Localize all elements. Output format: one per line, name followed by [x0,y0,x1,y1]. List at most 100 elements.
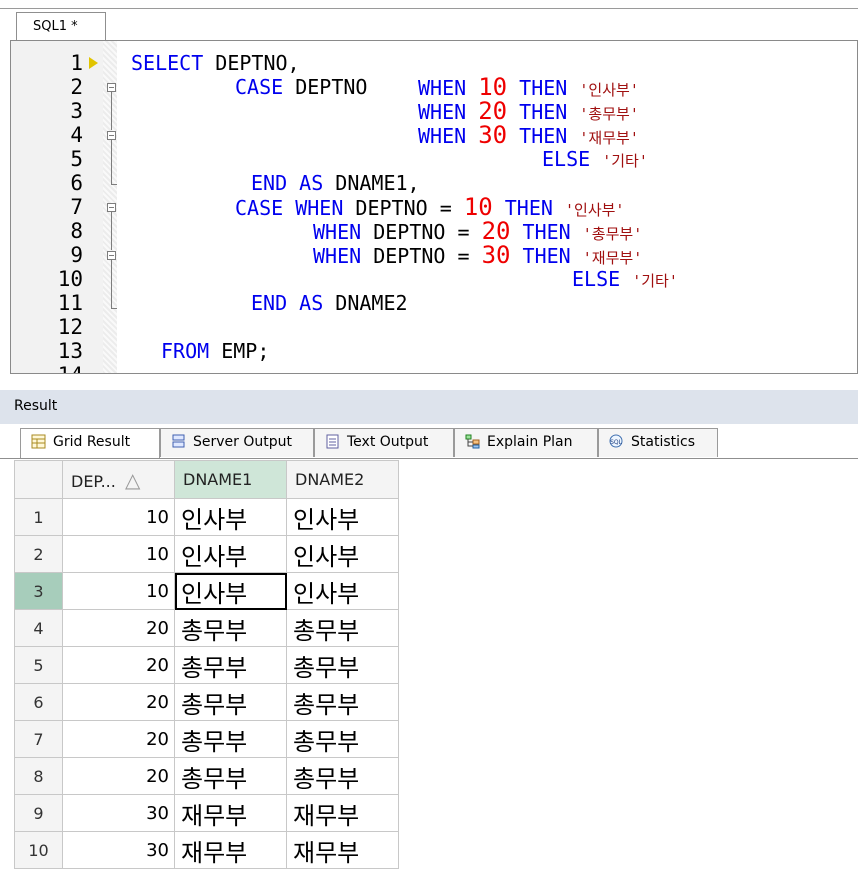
code-line-2: CASE DEPTNO [235,75,380,99]
cell-dname2[interactable]: 인사부 [286,498,399,536]
row-number[interactable]: 2 [14,535,63,573]
cell-deptno[interactable]: 20 [62,720,175,758]
cell-deptno[interactable]: 10 [62,498,175,536]
row-number[interactable]: 8 [14,757,63,795]
table-row[interactable]: 5 20 총무부 총무부 [14,646,399,684]
code-text: DNAME1, [323,171,420,195]
cell-dname2[interactable]: 총무부 [286,683,399,721]
table-row-selected[interactable]: 3 10 인사부 인사부 [14,572,399,610]
fold-toggle-icon[interactable] [107,131,116,140]
keyword: WHEN [418,100,467,124]
cell-deptno[interactable]: 30 [62,831,175,869]
line-number: 3 [70,99,83,123]
tab-text-output[interactable]: Text Output [314,428,454,457]
code-line-8: WHEN DEPTNO = 20 THEN '총무부' [313,219,642,246]
line-number: 8 [70,219,83,243]
line-number: 13 [57,339,83,363]
row-number[interactable]: 3 [14,572,63,610]
grid-corner[interactable] [14,460,63,499]
table-row[interactable]: 2 10 인사부 인사부 [14,535,399,573]
row-number[interactable]: 1 [14,498,63,536]
cell-deptno[interactable]: 30 [62,794,175,832]
code-text: DEPTNO [283,75,380,99]
table-row[interactable]: 4 20 총무부 총무부 [14,609,399,647]
row-number[interactable]: 10 [14,831,63,869]
table-row[interactable]: 9 30 재무부 재무부 [14,794,399,832]
keyword: AS [299,291,324,315]
keyword: AS [299,171,324,195]
column-header-label: DEP... [71,471,116,491]
code-text: DEPTNO = [361,220,482,244]
tab-explain-plan[interactable]: Explain Plan [454,428,598,457]
fold-line [111,212,112,250]
code-line-10: ELSE '기타' [572,267,678,293]
editor-tab-strip: SQL1 * [0,0,858,42]
row-number[interactable]: 5 [14,646,63,684]
column-header-deptno[interactable]: DEP... △ [62,460,175,499]
tab-statistics[interactable]: SQL Statistics [598,428,718,457]
cell-dname1[interactable]: 인사부 [174,498,287,536]
cell-dname1[interactable]: 총무부 [174,757,287,795]
cell-deptno[interactable]: 10 [62,572,175,610]
cell-dname1[interactable]: 총무부 [174,646,287,684]
row-number[interactable]: 6 [14,683,63,721]
string-literal: '총무부' [582,225,643,243]
table-row[interactable]: 8 20 총무부 총무부 [14,757,399,795]
column-header-dname1[interactable]: DNAME1 [174,460,287,499]
cell-dname1[interactable]: 재무부 [174,831,287,869]
tab-server-output[interactable]: Server Output [160,428,314,457]
keyword: THEN [519,76,568,100]
column-header-dname2[interactable]: DNAME2 [286,460,399,499]
cell-deptno[interactable]: 20 [62,646,175,684]
fold-toggle-icon[interactable] [107,83,116,92]
sql-editor[interactable]: 1 2 3 4 5 6 7 8 9 10 11 12 13 14 SELECT … [10,40,858,374]
code-text: EMP; [209,339,270,363]
code-text: DEPTNO, [203,51,300,75]
cell-dname2[interactable]: 총무부 [286,720,399,758]
cell-dname1[interactable]: 총무부 [174,720,287,758]
tab-grid-result[interactable]: Grid Result [20,428,160,458]
row-number[interactable]: 9 [14,794,63,832]
string-literal: '기타' [602,152,648,170]
cell-deptno[interactable]: 10 [62,535,175,573]
row-number[interactable]: 4 [14,609,63,647]
cell-dname1[interactable]: 재무부 [174,794,287,832]
table-row[interactable]: 10 30 재무부 재무부 [14,831,399,869]
table-row[interactable]: 1 10 인사부 인사부 [14,498,399,536]
cell-dname2[interactable]: 인사부 [286,535,399,573]
fold-toggle-icon[interactable] [107,203,116,212]
current-line-arrow-icon [89,57,98,69]
keyword: FROM [161,339,210,363]
code-line-3: WHEN 20 THEN '총무부' [418,99,639,126]
cell-deptno[interactable]: 20 [62,757,175,795]
tab-label: Explain Plan [487,434,573,450]
line-number-gutter: 1 2 3 4 5 6 7 8 9 10 11 12 13 14 [11,41,103,373]
code-line-5: ELSE '기타' [542,147,648,173]
cell-dname1[interactable]: 총무부 [174,609,287,647]
cell-dname2[interactable]: 재무부 [286,794,399,832]
cell-dname2[interactable]: 총무부 [286,646,399,684]
line-number: 6 [70,171,83,195]
tab-sql1[interactable]: SQL1 * [16,12,106,42]
cell-dname2[interactable]: 총무부 [286,757,399,795]
fold-end [111,184,117,185]
cell-dname1[interactable]: 인사부 [174,535,287,573]
cell-dname2[interactable]: 총무부 [286,609,399,647]
cell-dname1-focused[interactable]: 인사부 [174,572,287,610]
string-literal: '총무부' [579,105,639,123]
number-literal: 30 [478,121,508,149]
table-row[interactable]: 7 20 총무부 총무부 [14,720,399,758]
code-text: DNAME2 [323,291,408,315]
cell-dname2[interactable]: 재무부 [286,831,399,869]
fold-toggle-icon[interactable] [107,251,116,260]
result-title: Result [14,398,58,414]
cell-dname1[interactable]: 총무부 [174,683,287,721]
result-tabs: Grid Result Server Output Text Output Ex… [0,424,858,459]
table-row[interactable]: 6 20 총무부 총무부 [14,683,399,721]
cell-deptno[interactable]: 20 [62,683,175,721]
row-number[interactable]: 7 [14,720,63,758]
svg-text:SQL: SQL [610,439,623,446]
cell-deptno[interactable]: 20 [62,609,175,647]
cell-dname2[interactable]: 인사부 [286,572,399,610]
keyword: THEN [519,124,568,148]
